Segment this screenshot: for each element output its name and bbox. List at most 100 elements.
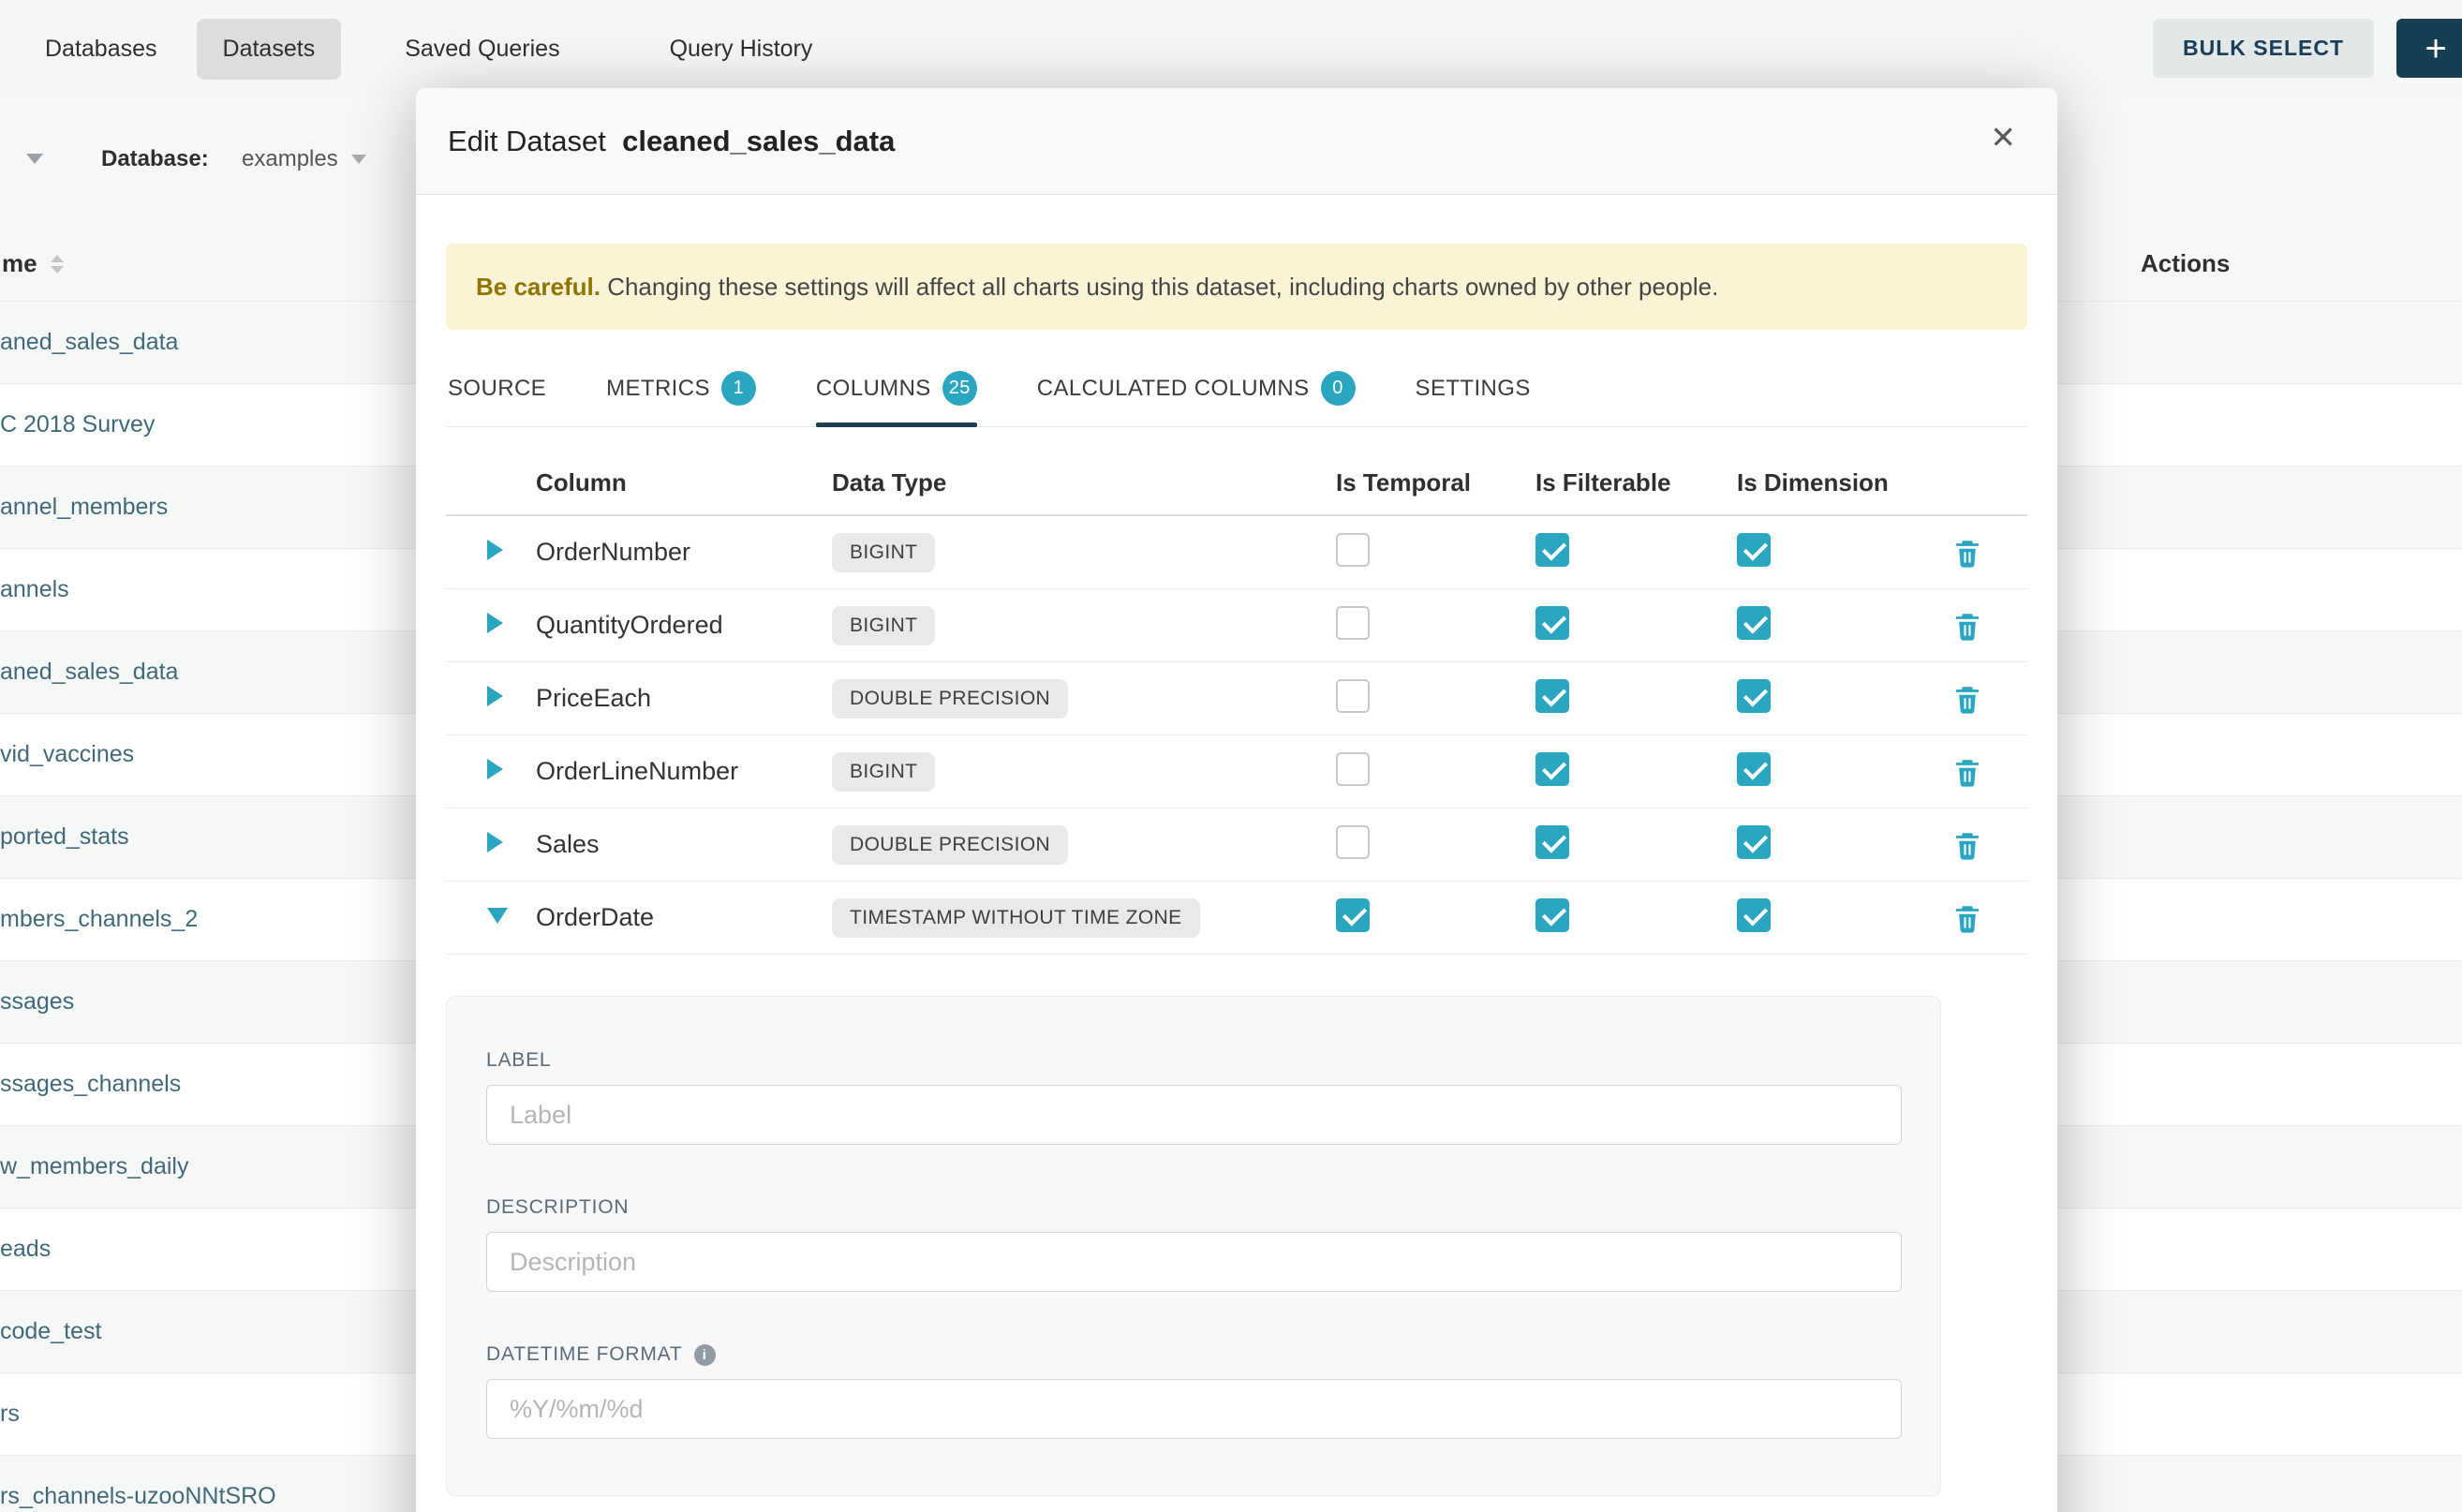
datetime-format-input[interactable] (486, 1379, 1902, 1439)
column-name: OrderDate (536, 903, 832, 932)
database-filter-value: examples (242, 146, 338, 172)
dataset-link[interactable]: C 2018 Survey (0, 411, 155, 438)
add-dataset-button[interactable]: + (2396, 19, 2462, 78)
chevron-down-icon (351, 155, 366, 164)
dataset-link[interactable]: ported_stats (0, 823, 129, 851)
header-column: Column (536, 468, 832, 497)
dataset-link[interactable]: eads (0, 1236, 51, 1263)
column-row: QuantityOrdered BIGINT (446, 589, 2027, 662)
metrics-count-badge: 1 (721, 371, 756, 406)
is-filterable-checkbox[interactable] (1535, 898, 1569, 932)
is-dimension-checkbox[interactable] (1737, 679, 1771, 713)
is-temporal-checkbox[interactable] (1336, 898, 1370, 932)
name-header-label: me (2, 249, 37, 278)
column-row-expanded: OrderDate TIMESTAMP WITHOUT TIME ZONE (446, 882, 2027, 955)
delete-column-icon[interactable] (1951, 756, 1983, 788)
column-name: QuantityOrdered (536, 611, 832, 640)
tab-source[interactable]: SOURCE (448, 354, 546, 426)
dataset-link[interactable]: aned_sales_data (0, 329, 178, 356)
is-temporal-checkbox[interactable] (1336, 533, 1370, 567)
header-data-type: Data Type (832, 468, 1336, 497)
is-filterable-checkbox[interactable] (1535, 752, 1569, 786)
tab-calculated-columns[interactable]: CALCULATED COLUMNS 0 (1037, 354, 1356, 426)
datetime-format-field-group: DATETIME FORMAT i (486, 1343, 1901, 1439)
collapse-caret-icon[interactable] (487, 908, 508, 924)
delete-column-icon[interactable] (1951, 610, 1983, 642)
modal-title-dataset-name: cleaned_sales_data (622, 125, 895, 157)
dataset-link[interactable]: ssages_channels (0, 1071, 181, 1098)
data-type-pill: TIMESTAMP WITHOUT TIME ZONE (832, 898, 1200, 938)
column-row: OrderNumber BIGINT (446, 516, 2027, 589)
nav-tab-query-history[interactable]: Query History (644, 19, 839, 80)
is-dimension-checkbox[interactable] (1737, 898, 1771, 932)
label-input[interactable] (486, 1085, 1902, 1145)
tab-columns[interactable]: COLUMNS 25 (816, 354, 977, 426)
dataset-link[interactable]: vid_vaccines (0, 741, 134, 768)
chevron-down-icon[interactable] (26, 154, 43, 164)
header-is-dimension: Is Dimension (1737, 468, 1907, 497)
dataset-link[interactable]: code_test (0, 1318, 101, 1345)
expand-caret-icon[interactable] (487, 759, 503, 779)
label-field-group: LABEL (486, 1049, 1901, 1145)
column-row: Sales DOUBLE PRECISION (446, 808, 2027, 882)
description-input[interactable] (486, 1232, 1902, 1292)
tab-calculated-columns-label: CALCULATED COLUMNS (1037, 376, 1310, 402)
column-row: PriceEach DOUBLE PRECISION (446, 662, 2027, 735)
is-dimension-checkbox[interactable] (1737, 533, 1771, 567)
is-temporal-checkbox[interactable] (1336, 679, 1370, 713)
filter-bar: Database: examples (0, 131, 412, 187)
modal-title-prefix: Edit Dataset (448, 125, 606, 157)
columns-table-body: OrderNumber BIGINT QuantityOrdered BIGIN… (446, 516, 2027, 955)
dataset-link[interactable]: mbers_channels_2 (0, 906, 198, 933)
warning-banner: Be careful. Changing these settings will… (446, 244, 2027, 330)
is-dimension-checkbox[interactable] (1737, 825, 1771, 859)
is-temporal-checkbox[interactable] (1336, 606, 1370, 640)
is-dimension-checkbox[interactable] (1737, 752, 1771, 786)
dataset-link[interactable]: annels (0, 576, 69, 603)
tab-metrics-label: METRICS (606, 376, 710, 402)
description-field-group: DESCRIPTION (486, 1196, 1901, 1292)
is-filterable-checkbox[interactable] (1535, 825, 1569, 859)
database-filter-select[interactable]: examples (242, 146, 366, 172)
delete-column-icon[interactable] (1951, 829, 1983, 861)
modal-header: Edit Dataset cleaned_sales_data ✕ (416, 88, 2057, 195)
column-header-name[interactable]: me (2, 249, 64, 278)
dataset-link[interactable]: rs_channels-uzooNNtSRO (0, 1483, 276, 1510)
expand-caret-icon[interactable] (487, 832, 503, 852)
expand-caret-icon[interactable] (487, 540, 503, 560)
screen: Databases Datasets Saved Queries Query H… (0, 0, 2462, 1512)
bulk-select-button[interactable]: BULK SELECT (2153, 19, 2374, 78)
dataset-link[interactable]: rs (0, 1401, 20, 1428)
columns-table: Column Data Type Is Temporal Is Filterab… (446, 427, 2027, 955)
data-type-pill: BIGINT (832, 533, 935, 572)
delete-column-icon[interactable] (1951, 683, 1983, 715)
is-temporal-checkbox[interactable] (1336, 825, 1370, 859)
expand-caret-icon[interactable] (487, 686, 503, 706)
dataset-link[interactable]: ssages (0, 988, 74, 1015)
calculated-columns-count-badge: 0 (1321, 371, 1356, 406)
is-dimension-checkbox[interactable] (1737, 606, 1771, 640)
is-filterable-checkbox[interactable] (1535, 679, 1569, 713)
delete-column-icon[interactable] (1951, 902, 1983, 934)
data-type-pill: BIGINT (832, 606, 935, 645)
nav-tab-saved-queries[interactable]: Saved Queries (378, 19, 586, 80)
nav-tab-datasets[interactable]: Datasets (197, 19, 342, 80)
dataset-link[interactable]: aned_sales_data (0, 659, 178, 686)
tab-settings[interactable]: SETTINGS (1416, 354, 1531, 426)
tab-metrics[interactable]: METRICS 1 (606, 354, 756, 426)
description-field-label: DESCRIPTION (486, 1196, 1901, 1219)
expand-caret-icon[interactable] (487, 613, 503, 633)
info-icon[interactable]: i (694, 1344, 716, 1366)
is-filterable-checkbox[interactable] (1535, 533, 1569, 567)
close-icon[interactable]: ✕ (1990, 122, 2016, 153)
datetime-format-field-label: DATETIME FORMAT (486, 1343, 683, 1366)
tab-source-label: SOURCE (448, 376, 546, 402)
is-filterable-checkbox[interactable] (1535, 606, 1569, 640)
dataset-link[interactable]: w_members_daily (0, 1153, 188, 1180)
delete-column-icon[interactable] (1951, 537, 1983, 569)
column-name: OrderNumber (536, 538, 832, 567)
nav-tab-databases[interactable]: Databases (19, 19, 184, 80)
is-temporal-checkbox[interactable] (1336, 752, 1370, 786)
modal-body: Be careful. Changing these settings will… (416, 244, 2057, 1496)
dataset-link[interactable]: annel_members (0, 494, 168, 521)
